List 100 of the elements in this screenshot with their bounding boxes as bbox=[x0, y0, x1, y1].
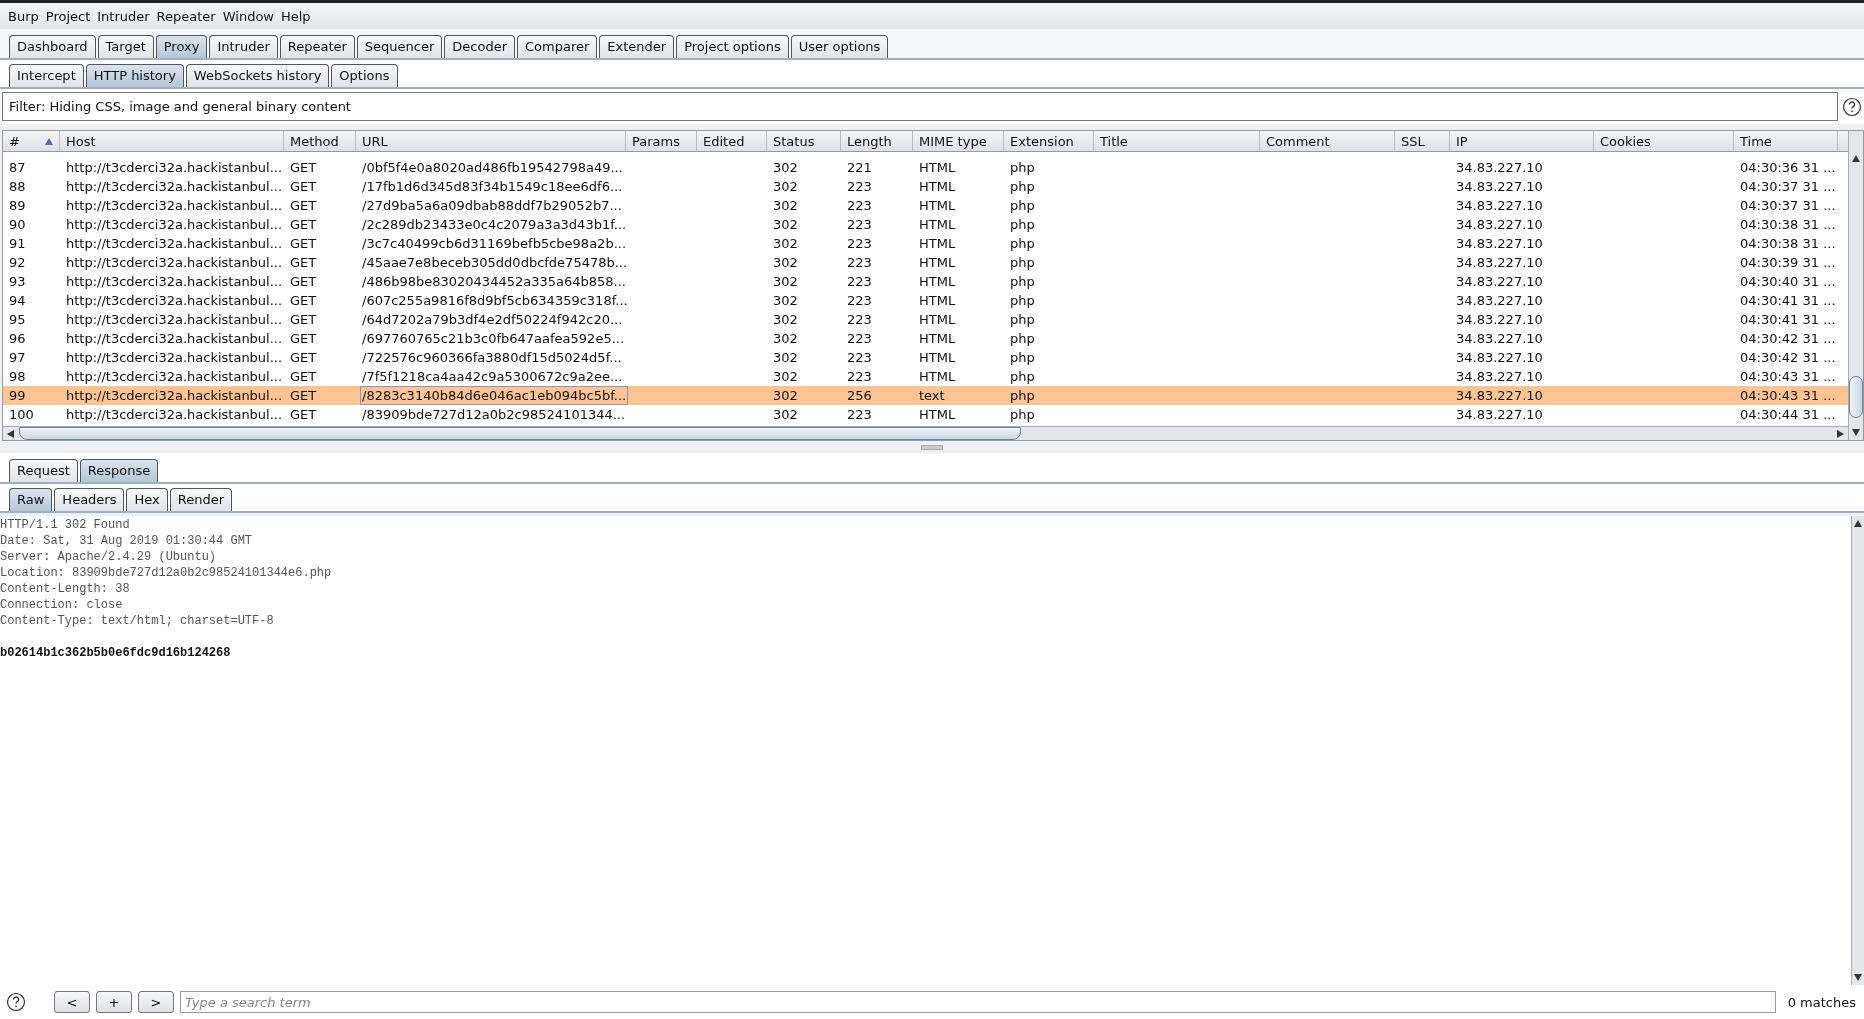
selected-table-row[interactable]: 99 http://t3cderci32a.hackistanbul... GET /8283c3140b84d6e046ac1eb094bc5bf... 302 256 text php 34.83.227.10 04:30:43 31 ... bbox=[3, 386, 1848, 405]
tab[interactable]: Sequencer bbox=[356, 35, 443, 58]
response-header-line: Connection: close bbox=[0, 597, 124, 613]
menu-item[interactable]: Intruder bbox=[97, 8, 150, 24]
column-header[interactable]: Edited bbox=[697, 131, 767, 151]
column-header[interactable]: Params bbox=[626, 131, 697, 151]
tab[interactable]: Request bbox=[9, 459, 78, 482]
table-cell: /486b98be83020434452a335a64b858... bbox=[362, 274, 626, 289]
table-cell: http://t3cderci32a.hackistanbul... bbox=[66, 274, 283, 289]
column-header[interactable]: IP bbox=[1450, 131, 1594, 151]
horizontal-scrollbar[interactable] bbox=[3, 426, 1848, 440]
tab[interactable]: HTTP history bbox=[85, 64, 184, 87]
vertical-scrollbar[interactable] bbox=[1848, 131, 1863, 440]
menu-item[interactable]: Window bbox=[222, 8, 274, 24]
scroll-down-icon[interactable] bbox=[1854, 973, 1862, 981]
table-cell: 34.83.227.10 bbox=[1456, 350, 1543, 365]
help-icon[interactable] bbox=[6, 992, 26, 1012]
column-header[interactable]: URL bbox=[356, 131, 626, 151]
menu-item[interactable]: Help bbox=[281, 8, 311, 24]
scroll-right-icon[interactable] bbox=[1836, 429, 1844, 438]
tab[interactable]: Decoder bbox=[444, 35, 516, 58]
tab[interactable]: Intruder bbox=[209, 35, 278, 58]
column-header[interactable]: Extension bbox=[1004, 131, 1094, 151]
table-cell: 223 bbox=[847, 274, 872, 289]
tab[interactable]: Extender bbox=[599, 35, 675, 58]
scroll-left-icon[interactable] bbox=[7, 429, 15, 438]
table-cell: http://t3cderci32a.hackistanbul... bbox=[66, 179, 283, 194]
column-header[interactable]: Method bbox=[284, 131, 356, 151]
table-cell: HTML bbox=[919, 236, 956, 251]
tab[interactable]: Options bbox=[331, 64, 398, 87]
table-cell: 04:30:41 31 ... bbox=[1740, 312, 1836, 327]
table-cell: php bbox=[1010, 369, 1035, 384]
column-header[interactable]: MIME type bbox=[913, 131, 1004, 151]
column-header[interactable]: Title bbox=[1094, 131, 1260, 151]
table-row[interactable]: 98 http://t3cderci32a.hackistanbul... GET /7f5f1218ca4aa42c9a5300672c9a2ee... 302 223 HTML php 34.83.227.10 04:30:43 31 ... bbox=[3, 367, 1848, 386]
tab[interactable]: Comparer bbox=[517, 35, 598, 58]
menu-item[interactable]: Project bbox=[45, 8, 91, 24]
table-cell: 223 bbox=[847, 293, 872, 308]
table-cell: php bbox=[1010, 198, 1035, 213]
column-header[interactable]: # bbox=[3, 131, 60, 151]
search-field[interactable]: Type a search term bbox=[180, 991, 1776, 1013]
table-row[interactable]: 94 http://t3cderci32a.hackistanbul... GET /607c255a9816f8d9bf5cb634359c318f... 302 223 HTML php 34.83.227.10 04:30:41 31 ... bbox=[3, 291, 1848, 310]
tab[interactable]: Response bbox=[79, 459, 159, 482]
table-row[interactable]: 100 http://t3cderci32a.hackistanbul... GET /83909bde727d12a0b2c98524101344... 302 223 HTML php 34.83.227.10 04:30:44 31 ... bbox=[3, 405, 1848, 424]
table-cell: php bbox=[1010, 160, 1035, 175]
table-row[interactable]: 96 http://t3cderci32a.hackistanbul... GET /697760765c21b3c0fb647aafea592e5... 302 223 HTML php 34.83.227.10 04:30:42 31 ... bbox=[3, 329, 1848, 348]
table-cell: 34.83.227.10 bbox=[1456, 274, 1543, 289]
tab[interactable]: Target bbox=[97, 35, 154, 58]
splitter-handle[interactable] bbox=[921, 444, 943, 450]
column-header[interactable]: Cookies bbox=[1594, 131, 1734, 151]
tab[interactable]: User options bbox=[790, 35, 889, 58]
tab[interactable]: Hex bbox=[126, 488, 168, 511]
table-cell: 04:30:38 31 ... bbox=[1740, 217, 1836, 232]
table-row[interactable]: 88 http://t3cderci32a.hackistanbul... GET /17fb1d6d345d83f34b1549c18ee6df6... 302 223 HTML php 34.83.227.10 04:30:37 31 ... bbox=[3, 177, 1848, 196]
response-header-line: Date: Sat, 31 Aug 2019 01:30:44 GMT bbox=[0, 533, 254, 549]
table-cell: 90 bbox=[9, 217, 26, 232]
table-cell: GET bbox=[290, 369, 317, 384]
tab[interactable]: Intercept bbox=[9, 64, 84, 87]
column-header[interactable]: Status bbox=[767, 131, 841, 151]
table-cell: 04:30:42 31 ... bbox=[1740, 331, 1836, 346]
vertical-scrollbar[interactable] bbox=[1851, 516, 1864, 985]
scroll-up-icon[interactable] bbox=[1852, 155, 1860, 163]
table-row[interactable]: 91 http://t3cderci32a.hackistanbul... GET /3c7c40499cb6d31169befb5cbe98a2b... 302 223 HTML php 34.83.227.10 04:30:38 31 ... bbox=[3, 234, 1848, 253]
tab[interactable]: Headers bbox=[54, 488, 125, 511]
tab[interactable]: Repeater bbox=[279, 35, 355, 58]
tab[interactable]: Raw bbox=[9, 488, 53, 511]
table-row[interactable]: 93 http://t3cderci32a.hackistanbul... GET /486b98be83020434452a335a64b858... 302 223 HTML php 34.83.227.10 04:30:40 31 ... bbox=[3, 272, 1848, 291]
table-row[interactable]: 87 http://t3cderci32a.hackistanbul... GET /0bf5f4e0a8020ad486fb19542798a49... 302 221 HTML php 34.83.227.10 04:30:36 31 ... bbox=[3, 158, 1848, 177]
tab[interactable]: Proxy bbox=[155, 35, 208, 58]
help-icon[interactable] bbox=[1842, 96, 1862, 117]
table-row[interactable]: 92 http://t3cderci32a.hackistanbul... GET /45aae7e8beceb305dd0dbcfde75478b... 302 223 HTML php 34.83.227.10 04:30:39 31 ... bbox=[3, 253, 1848, 272]
table-cell: HTML bbox=[919, 369, 956, 384]
scrollbar-thumb[interactable] bbox=[1849, 376, 1863, 418]
menu-item[interactable]: Repeater bbox=[156, 8, 216, 24]
table-cell: 04:30:37 31 ... bbox=[1740, 198, 1836, 213]
tab[interactable]: Render bbox=[169, 488, 232, 511]
tab[interactable]: WebSockets history bbox=[185, 64, 330, 87]
column-header[interactable]: Time bbox=[1734, 131, 1838, 151]
search-nav-button[interactable]: < bbox=[54, 991, 90, 1013]
table-row[interactable]: 97 http://t3cderci32a.hackistanbul... GET /722576c960366fa3880df15d5024d5f... 302 223 HTML php 34.83.227.10 04:30:42 31 ... bbox=[3, 348, 1848, 367]
table-row[interactable]: 89 http://t3cderci32a.hackistanbul... GET /27d9ba5a6a09dbab88ddf7b29052b7... 302 223 HTML php 34.83.227.10 04:30:37 31 ... bbox=[3, 196, 1848, 215]
table-row[interactable]: 95 http://t3cderci32a.hackistanbul... GET /64d7202a79b3df4e2df50224f942c20... 302 223 HTML php 34.83.227.10 04:30:41 31 ... bbox=[3, 310, 1848, 329]
search-nav-button[interactable]: + bbox=[96, 991, 132, 1013]
column-header[interactable]: SSL bbox=[1395, 131, 1450, 151]
search-nav-button[interactable]: > bbox=[138, 991, 174, 1013]
filter-bar[interactable]: Filter: Hiding CSS, image and general binary content bbox=[2, 92, 1838, 121]
scroll-down-icon[interactable] bbox=[1852, 428, 1860, 436]
tab[interactable]: Project options bbox=[676, 35, 789, 58]
menu-item[interactable]: Burp bbox=[8, 8, 39, 24]
tab[interactable]: Dashboard bbox=[9, 35, 96, 58]
table-cell: http://t3cderci32a.hackistanbul... bbox=[66, 217, 283, 232]
column-header[interactable]: Comment bbox=[1260, 131, 1395, 151]
table-cell: 100 bbox=[9, 407, 34, 422]
scrollbar-thumb[interactable] bbox=[19, 427, 1021, 440]
column-header[interactable]: Host bbox=[60, 131, 284, 151]
column-header[interactable]: Length bbox=[841, 131, 913, 151]
scroll-up-icon[interactable] bbox=[1854, 520, 1862, 528]
table-cell: HTML bbox=[919, 255, 956, 270]
table-row[interactable]: 90 http://t3cderci32a.hackistanbul... GET /2c289db23433e0c4c2079a3a3d43b1f... 302 223 HTML php 34.83.227.10 04:30:38 31 ... bbox=[3, 215, 1848, 234]
table-cell: 87 bbox=[9, 160, 26, 175]
